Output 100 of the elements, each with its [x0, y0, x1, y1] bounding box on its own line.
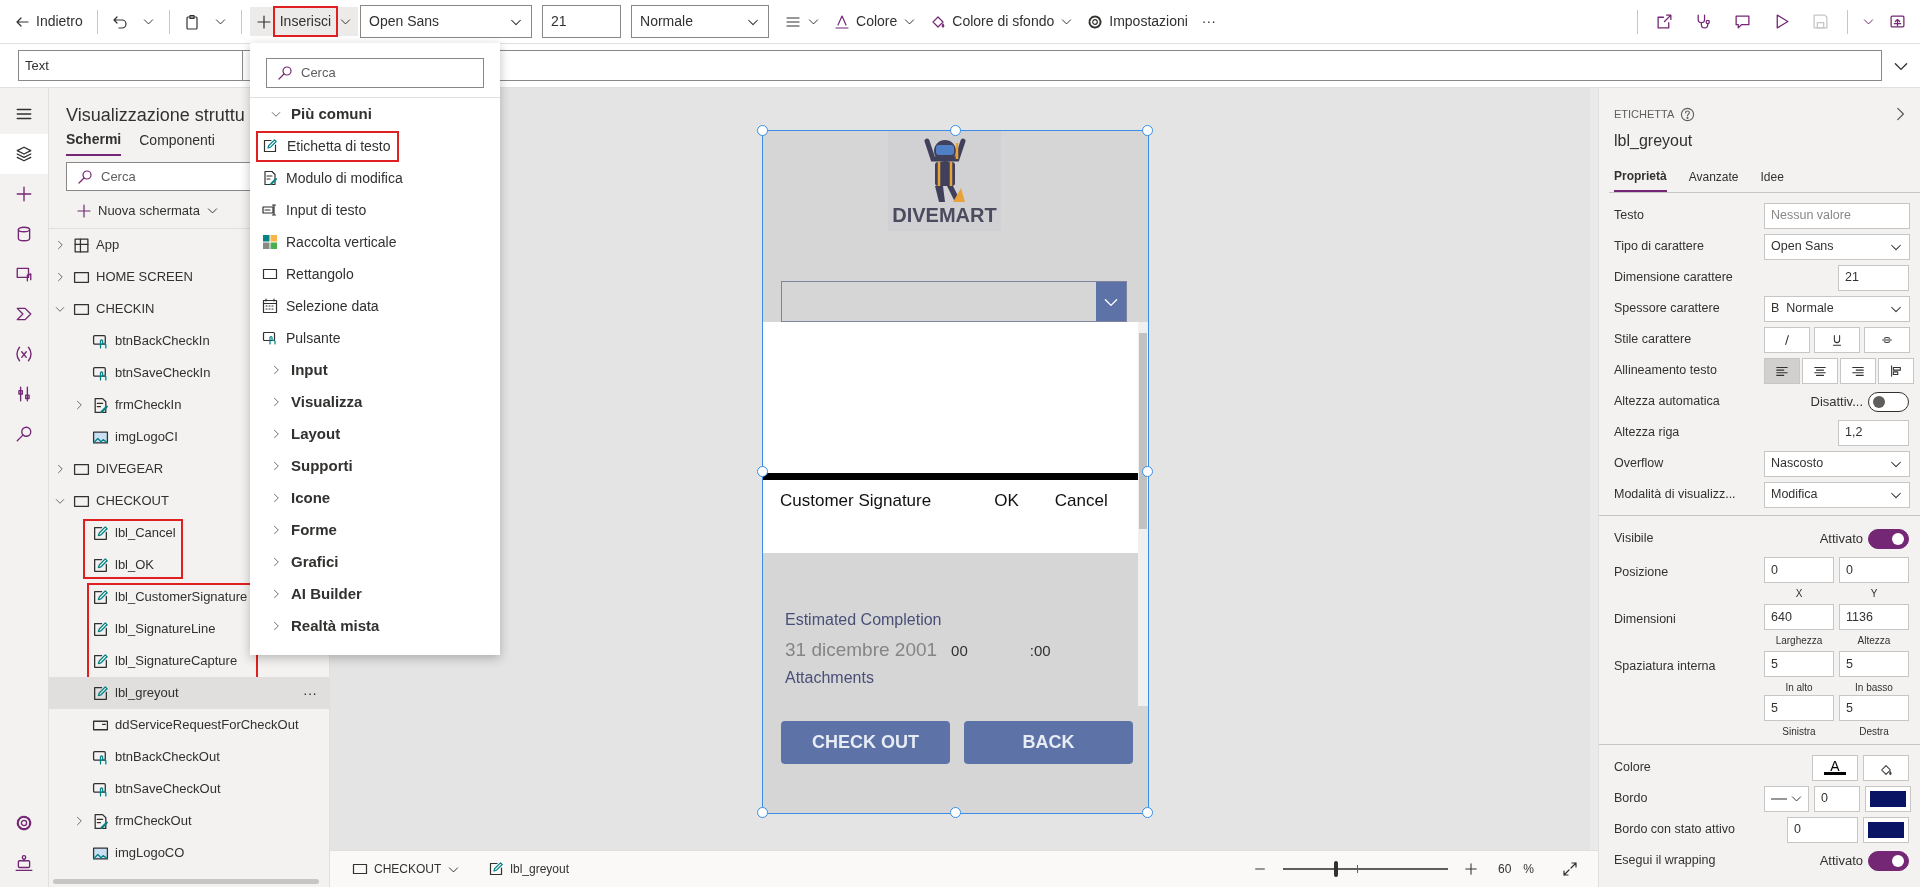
- control-breadcrumb[interactable]: lbl_greyout: [482, 856, 576, 882]
- fit-to-screen-icon[interactable]: [1562, 861, 1578, 877]
- toggle-switch[interactable]: [1868, 850, 1909, 871]
- menu-category[interactable]: Forme: [250, 514, 500, 546]
- toggle-switch[interactable]: [1868, 391, 1909, 412]
- resize-handle[interactable]: [1142, 125, 1153, 136]
- menu-category[interactable]: Input: [250, 354, 500, 386]
- number-field[interactable]: 5: [1839, 651, 1909, 677]
- font-weight-dropdown[interactable]: Normale: [631, 5, 770, 38]
- tree-item[interactable]: btnBackCheckOut: [49, 741, 329, 773]
- insert-button[interactable]: Inserisci: [249, 7, 359, 36]
- settings-button[interactable]: Impostazioni: [1081, 7, 1194, 36]
- menu-category[interactable]: Icone: [250, 482, 500, 514]
- format-button[interactable]: [1764, 357, 1800, 384]
- menu-category[interactable]: Visualizza: [250, 386, 500, 418]
- app-button[interactable]: CHECK OUT: [781, 721, 950, 764]
- slider-thumb[interactable]: [1333, 861, 1338, 877]
- toggle-switch[interactable]: [1868, 528, 1909, 549]
- label-icon: [92, 620, 109, 638]
- app-button[interactable]: BACK: [964, 721, 1133, 764]
- menu-item[interactable]: Raccolta verticale: [250, 226, 500, 258]
- number-field[interactable]: 0: [1839, 557, 1909, 583]
- signature-label: Customer Signature: [780, 490, 932, 513]
- text-field[interactable]: Nessun valore: [1764, 202, 1910, 229]
- fill-color-button[interactable]: Colore di sfondo: [924, 7, 1080, 36]
- field-caption: Y: [1869, 587, 1879, 601]
- property-dropdown[interactable]: Nascosto: [1764, 450, 1910, 477]
- menu-item[interactable]: Selezione data: [250, 290, 500, 322]
- tree-item[interactable]: imgLogoCO: [49, 837, 329, 869]
- number-field[interactable]: 5: [1764, 651, 1834, 677]
- rail-button[interactable]: [0, 134, 48, 174]
- property-label: Bordo con stato attivo: [1614, 821, 1736, 839]
- menu-category[interactable]: AI Builder: [250, 578, 500, 610]
- number-field[interactable]: 21: [1838, 264, 1909, 291]
- format-button[interactable]: [1878, 357, 1914, 384]
- menu-category[interactable]: Supporti: [250, 450, 500, 482]
- tab[interactable]: Idee: [1760, 167, 1784, 192]
- tree-item[interactable]: ddServiceRequestForCheckOut: [49, 709, 329, 741]
- tree-item[interactable]: frmCheckOut: [49, 805, 329, 837]
- font-size-field[interactable]: 21: [542, 5, 622, 38]
- menu-item[interactable]: Rettangolo: [250, 258, 500, 290]
- border-style-dropdown[interactable]: [1764, 785, 1809, 812]
- menu-category[interactable]: Realtà mista: [250, 610, 500, 642]
- color-button[interactable]: Colore: [828, 7, 923, 36]
- border-color-button[interactable]: [1863, 816, 1909, 843]
- format-button[interactable]: [1802, 357, 1838, 384]
- menu-category[interactable]: Layout: [250, 418, 500, 450]
- property-dropdown[interactable]: Modifica: [1764, 481, 1910, 508]
- format-button[interactable]: [1814, 326, 1860, 353]
- tab[interactable]: Avanzate: [1688, 167, 1739, 192]
- tree-item[interactable]: lbl_SignatureCapture: [49, 645, 329, 677]
- property-label: Altezza riga: [1614, 424, 1681, 442]
- property-dropdown[interactable]: B Normale: [1764, 295, 1910, 322]
- format-button[interactable]: [1840, 357, 1876, 384]
- resize-handle[interactable]: [757, 466, 768, 477]
- resize-handle[interactable]: [1142, 466, 1153, 477]
- field-caption: In alto: [1784, 681, 1814, 695]
- tab[interactable]: Schermi: [66, 128, 122, 156]
- menu-category[interactable]: Grafici: [250, 546, 500, 578]
- menu-category[interactable]: Più comuni: [250, 98, 500, 130]
- property-dropdown[interactable]: Open Sans: [1764, 233, 1910, 260]
- calendar-icon: [262, 298, 278, 314]
- resize-handle[interactable]: [757, 125, 768, 136]
- number-field[interactable]: 640: [1764, 604, 1834, 630]
- comment-icon: [1734, 13, 1751, 30]
- tab[interactable]: Proprietà: [1614, 167, 1667, 192]
- number-field[interactable]: 5: [1764, 695, 1834, 721]
- search-field[interactable]: Cerca: [266, 58, 484, 88]
- scrollbar[interactable]: [53, 879, 319, 884]
- property-label: Allineamento testo: [1614, 362, 1718, 380]
- property-dropdown[interactable]: Text: [18, 50, 243, 81]
- menu-item[interactable]: Etichetta di testo: [250, 130, 500, 162]
- scrollbar[interactable]: [1138, 322, 1148, 706]
- zoom-in-icon[interactable]: [1463, 862, 1478, 876]
- number-field[interactable]: 1136: [1839, 604, 1909, 630]
- resize-handle[interactable]: [1142, 807, 1153, 818]
- more-button[interactable]: ···: [303, 683, 317, 704]
- fill-color-button[interactable]: [1863, 754, 1909, 781]
- tree-item[interactable]: lbl_greyout ···: [49, 677, 329, 709]
- number-field[interactable]: 0: [1814, 785, 1860, 812]
- text-color-button[interactable]: A: [1812, 754, 1858, 781]
- number-field[interactable]: 1,2: [1838, 419, 1909, 446]
- tab[interactable]: Componenti: [139, 128, 215, 156]
- screen-breadcrumb[interactable]: CHECKOUT: [346, 856, 467, 882]
- settings-icon: [1087, 13, 1104, 30]
- border-color-button[interactable]: [1865, 785, 1911, 812]
- tree-item[interactable]: btnSaveCheckOut: [49, 773, 329, 805]
- font-dropdown[interactable]: Open Sans: [360, 5, 533, 38]
- number-field[interactable]: 0: [1764, 557, 1834, 583]
- label-icon: [92, 588, 109, 606]
- return-button[interactable]: Indietro: [8, 7, 89, 36]
- number-field[interactable]: 0: [1787, 816, 1858, 843]
- dropdown-field[interactable]: [781, 281, 1127, 322]
- resize-handle[interactable]: [949, 807, 961, 818]
- menu-item[interactable]: Pulsante: [250, 322, 500, 354]
- more-button[interactable]: ···: [1195, 7, 1222, 36]
- number-field[interactable]: 5: [1839, 695, 1909, 721]
- resize-handle[interactable]: [949, 125, 961, 136]
- zoom-value: 60: [1497, 861, 1512, 878]
- resize-handle[interactable]: [757, 807, 768, 818]
